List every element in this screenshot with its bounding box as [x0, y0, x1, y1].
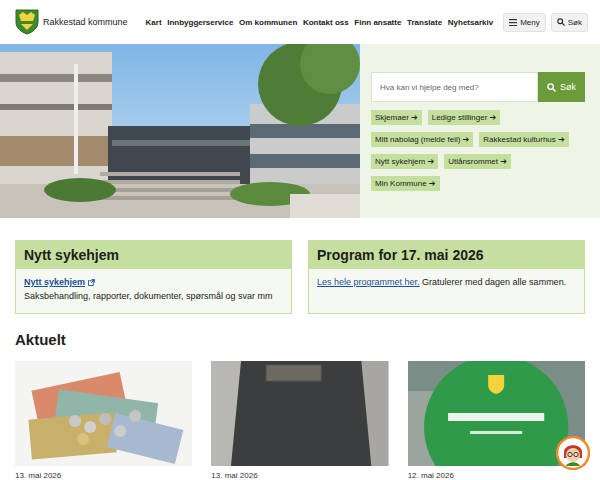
- nav-link[interactable]: Kontakt oss: [303, 18, 349, 27]
- info-card: Nytt sykehjem Nytt sykehjem Saksbehandli…: [15, 240, 292, 314]
- news-section: Aktuelt 13. mai 2026 13. mai 2026 12. ma…: [0, 331, 600, 480]
- nav-link[interactable]: Finn ansatte: [354, 18, 401, 27]
- card-title: Nytt sykehjem: [16, 241, 291, 269]
- page: Rakkestad kommune Kart Innbyggerservice Om…: [0, 0, 600, 480]
- quick-link[interactable]: Utlånsrommet ➔: [444, 154, 511, 169]
- search-input[interactable]: [371, 72, 538, 102]
- search-toggle-button[interactable]: Søk: [551, 13, 588, 32]
- news-image: [211, 361, 388, 466]
- news-card[interactable]: 13. mai 2026: [211, 361, 388, 480]
- logo[interactable]: Rakkestad kommune: [15, 9, 128, 35]
- search-icon: [547, 83, 556, 92]
- nav-link[interactable]: Innbyggerservice: [167, 18, 233, 27]
- search-panel: Søk Skjemaer ➔ Ledige stillinger ➔ Mitt na…: [360, 44, 600, 218]
- quick-link[interactable]: Skjemaer ➔: [371, 110, 422, 125]
- main-nav: Kart Innbyggerservice Om kommunen Kontakt o…: [138, 18, 494, 27]
- chatbot-avatar-icon: [556, 436, 590, 470]
- search-icon: [557, 18, 565, 26]
- nav-link[interactable]: Kart: [146, 18, 162, 27]
- nav-link[interactable]: Nyhetsarkiv: [448, 18, 493, 27]
- hero: Søk Skjemaer ➔ Ledige stillinger ➔ Mitt na…: [0, 44, 600, 218]
- news-image: [15, 361, 192, 466]
- card-title: Program for 17. mai 2026: [309, 241, 584, 269]
- card-body: Nytt sykehjem Saksbehandling, rapporter,…: [16, 269, 291, 310]
- info-card: Program for 17. mai 2026 Les hele progra…: [308, 240, 585, 314]
- quick-link[interactable]: Rakkestad kulturhus ➔: [479, 132, 568, 147]
- menu-button[interactable]: Meny: [503, 13, 546, 32]
- card-link[interactable]: Les hele programmet her.: [317, 277, 420, 287]
- news-card[interactable]: 13. mai 2026: [15, 361, 192, 480]
- info-cards: Nytt sykehjem Nytt sykehjem Saksbehandli…: [0, 240, 600, 314]
- search-bar: Søk: [371, 72, 585, 102]
- quick-link[interactable]: Nytt sykehjem ➔: [371, 154, 438, 169]
- news-date: 13. mai 2026: [211, 471, 388, 480]
- news-date: 13. mai 2026: [15, 471, 192, 480]
- news-date: 12. mai 2026: [408, 471, 585, 480]
- chatbot-button[interactable]: [556, 436, 590, 470]
- site-header: Rakkestad kommune Kart Innbyggerservice Om…: [0, 0, 600, 44]
- hero-photo: [0, 44, 360, 218]
- coat-of-arms-icon: [15, 9, 39, 35]
- hamburger-icon: [509, 19, 517, 26]
- card-link[interactable]: Nytt sykehjem: [24, 276, 85, 290]
- nav-link[interactable]: Om kommunen: [239, 18, 297, 27]
- card-body: Les hele programmet her. Gratulerer med …: [309, 269, 584, 297]
- quick-link[interactable]: Mitt nabolag (melde feil) ➔: [371, 132, 473, 147]
- quick-links: Skjemaer ➔ Ledige stillinger ➔ Mitt nabola…: [371, 110, 585, 191]
- news-heading: Aktuelt: [15, 331, 585, 348]
- search-button[interactable]: Søk: [538, 72, 585, 102]
- external-link-icon: [88, 279, 95, 286]
- nav-link[interactable]: Translate: [407, 18, 442, 27]
- quick-link[interactable]: Min Kommune ➔: [371, 176, 440, 191]
- quick-link[interactable]: Ledige stillinger ➔: [428, 110, 501, 125]
